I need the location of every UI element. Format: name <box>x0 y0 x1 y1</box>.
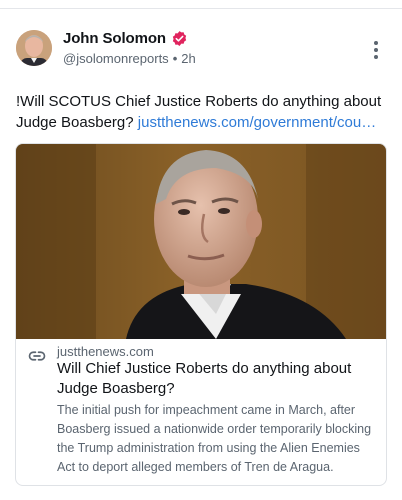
more-options-button[interactable] <box>368 37 384 63</box>
post-meta: @jsolomonreports • 2h <box>63 51 196 66</box>
link-preview-card[interactable]: justthenews.com Will Chief Justice Rober… <box>15 143 387 486</box>
author-handle[interactable]: @jsolomonreports <box>63 51 169 66</box>
author-avatar[interactable] <box>16 30 52 66</box>
link-icon <box>28 351 46 361</box>
card-photo <box>16 144 386 339</box>
more-vertical-icon <box>374 41 378 45</box>
post-link[interactable]: justthenews.com/government/cou… <box>138 114 376 131</box>
card-body: justthenews.com Will Chief Justice Rober… <box>16 339 386 485</box>
card-title[interactable]: Will Chief Justice Roberts do anything a… <box>57 359 375 399</box>
top-divider <box>0 8 402 9</box>
post-text: !Will SCOTUS Chief Justice Roberts do an… <box>16 91 388 133</box>
post-header: John Solomon @jsolomonreports • 2h <box>16 30 388 74</box>
card-image[interactable] <box>16 144 386 339</box>
avatar-image <box>16 30 52 66</box>
card-domain: justthenews.com <box>57 344 154 359</box>
author-name-row: John Solomon <box>63 30 188 47</box>
card-description: The initial push for impeachment came in… <box>57 403 372 474</box>
meta-separator: • <box>172 51 178 66</box>
verified-badge-icon <box>172 31 187 46</box>
post-timestamp[interactable]: 2h <box>181 51 195 66</box>
author-name[interactable]: John Solomon <box>63 30 166 47</box>
